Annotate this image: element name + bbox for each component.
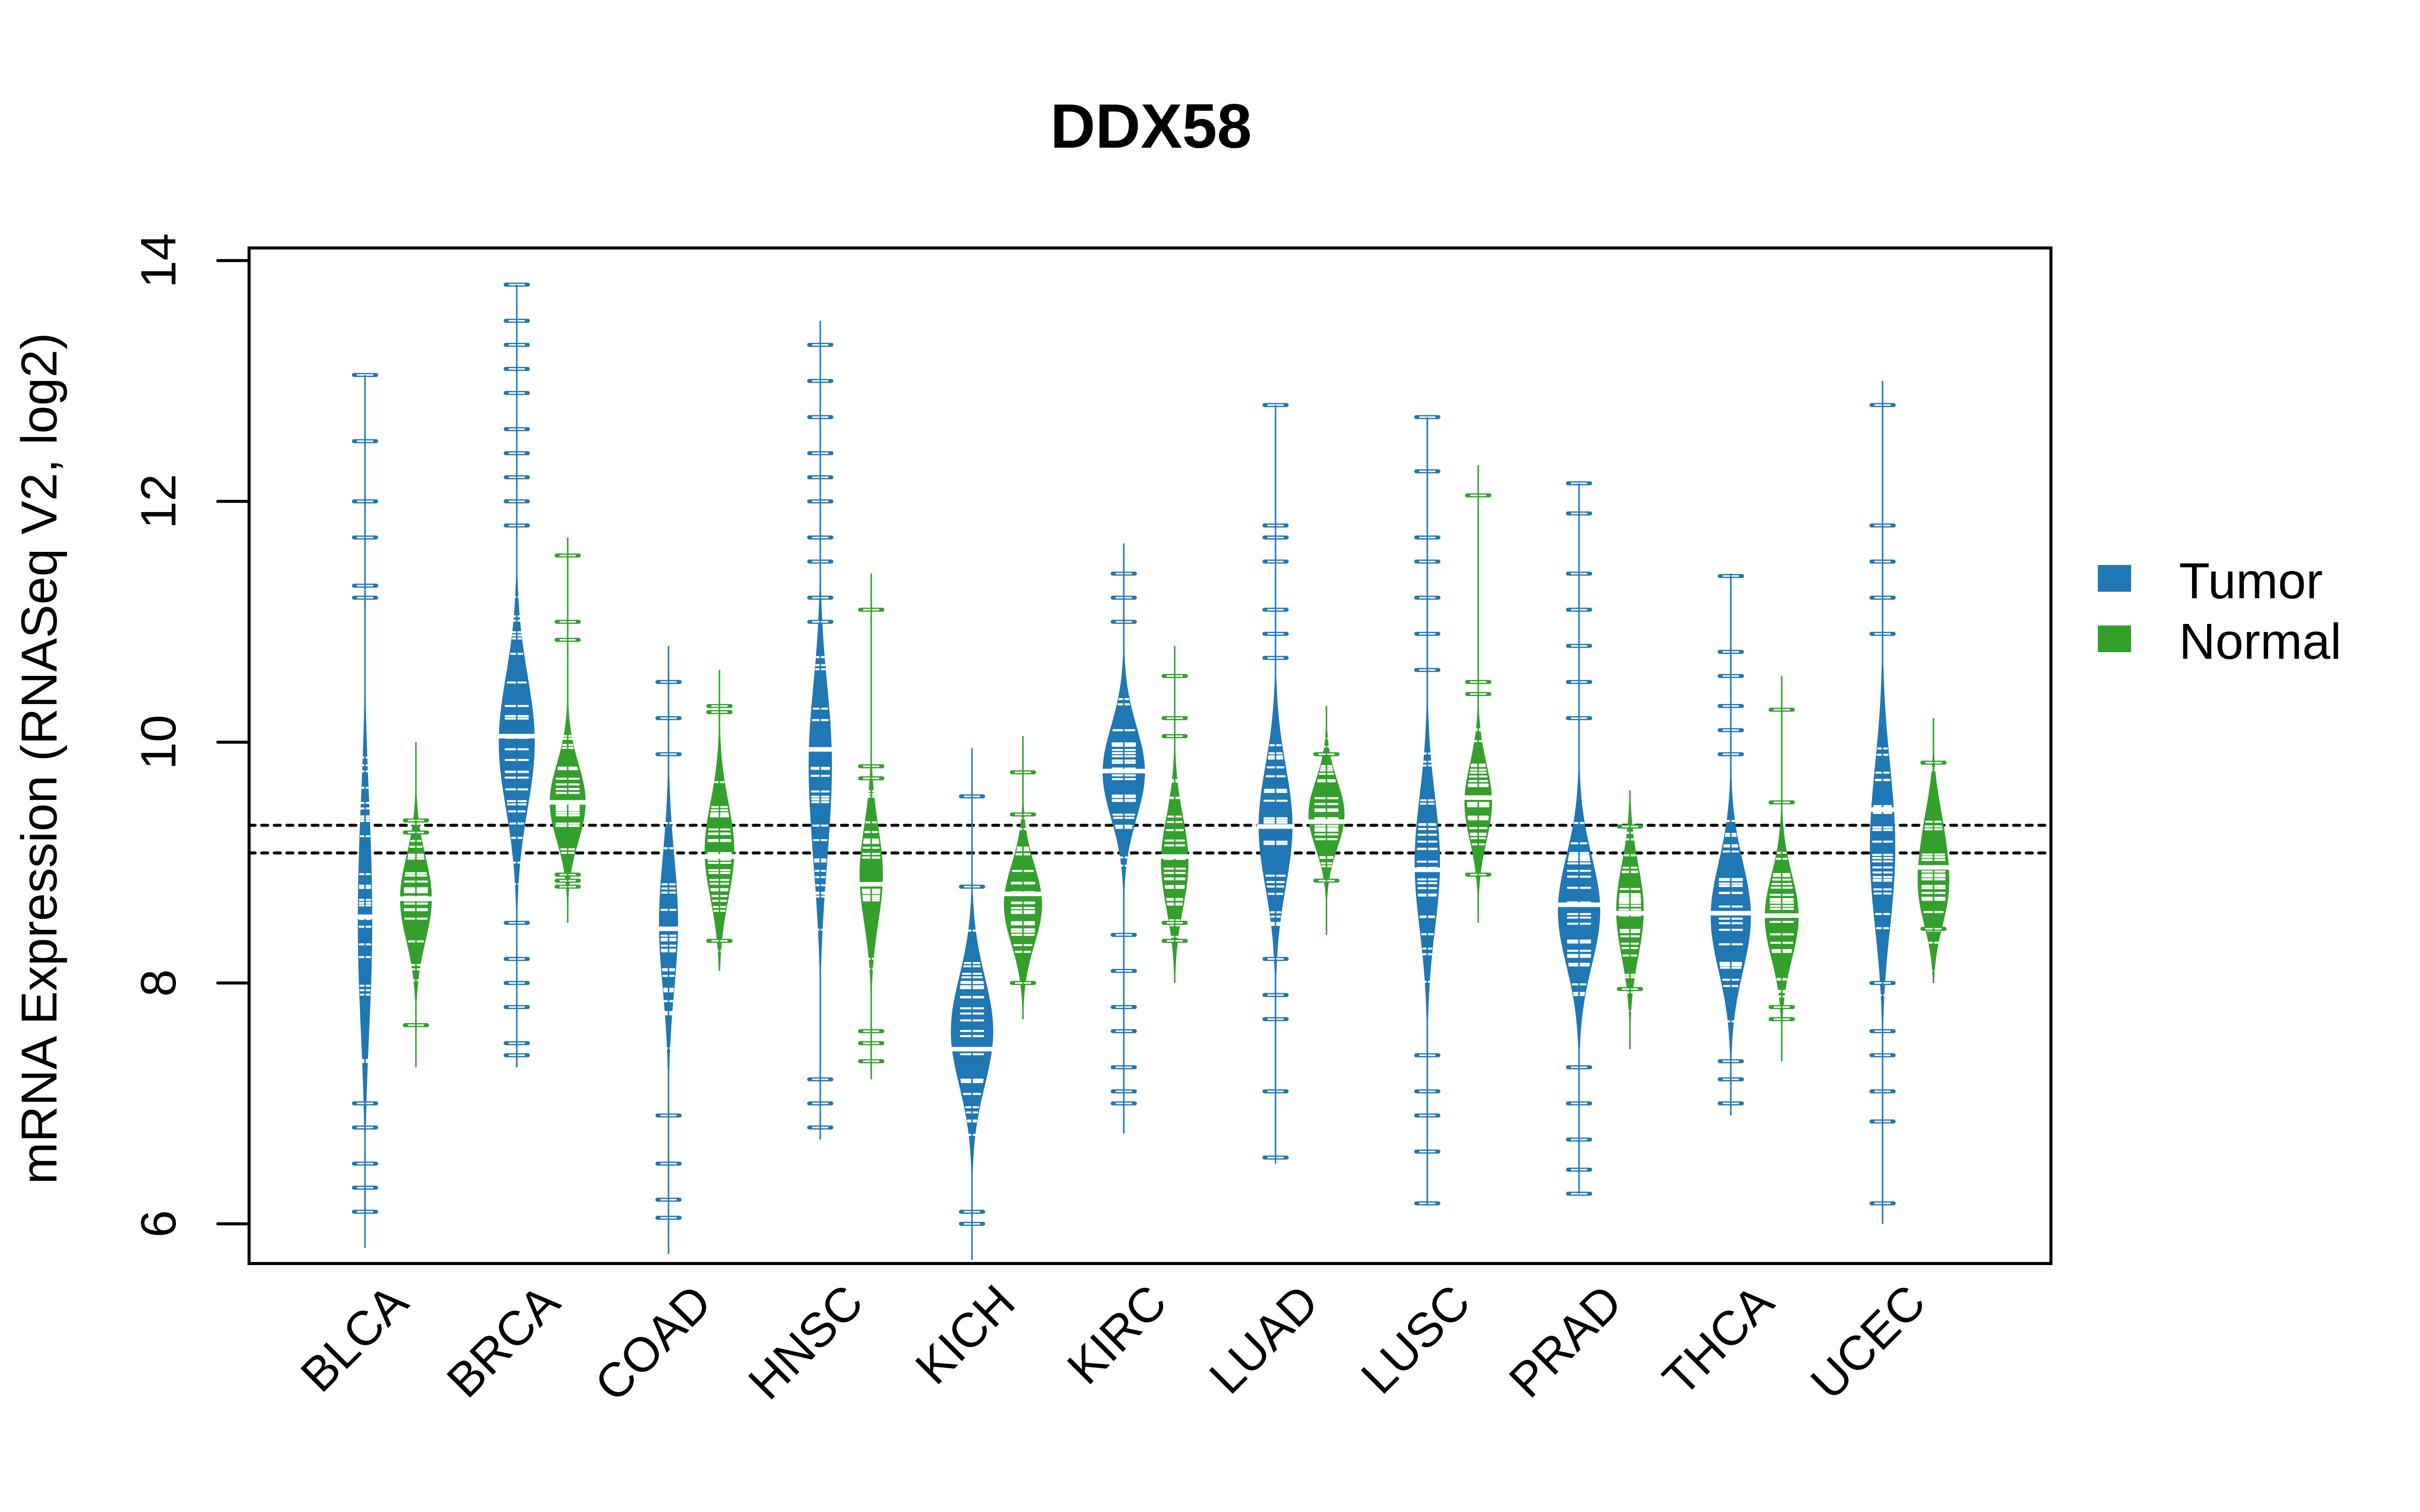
bean-normal-luad xyxy=(1306,706,1347,935)
legend: Tumor Normal xyxy=(2098,553,2341,670)
y-tick-label: 10 xyxy=(131,715,186,770)
bean-tumor-luad xyxy=(1256,403,1295,1164)
bean-normal-ucec xyxy=(1915,718,1952,983)
beans xyxy=(352,282,1952,1260)
x-tick-label-kirc: KIRC xyxy=(1057,1275,1177,1395)
x-tick-label-lusc: LUSC xyxy=(1351,1275,1481,1404)
x-tick-label-kich: KICH xyxy=(905,1275,1025,1395)
bean-normal-prad xyxy=(1614,790,1646,1049)
bean-tumor-thca xyxy=(1709,574,1753,1116)
legend-label-tumor: Tumor xyxy=(2179,553,2323,609)
bean-tumor-ucec xyxy=(1867,381,1898,1224)
bean-normal-thca xyxy=(1763,676,1801,1061)
x-tick-label-luad: LUAD xyxy=(1199,1275,1329,1404)
bean-tumor-hnsc xyxy=(806,321,834,1140)
legend-swatch-tumor xyxy=(2098,565,2131,592)
y-tick-label: 12 xyxy=(131,474,186,529)
x-tick-label-blca: BLCA xyxy=(290,1275,418,1402)
bean-tumor-prad xyxy=(1556,481,1602,1196)
y-tick-label: 8 xyxy=(131,969,186,997)
y-axis: 6 8 10 12 14 xyxy=(131,233,251,1238)
x-tick-label-ucec: UCEC xyxy=(1800,1275,1935,1410)
bean-normal-blca xyxy=(398,742,434,1067)
bean-plot: DDX58 6 8 10 12 14 mRNA Expression (RNASeq V… xyxy=(11,92,2341,1412)
y-tick-label: 14 xyxy=(131,233,186,288)
x-tick-label-coad: COAD xyxy=(585,1275,722,1412)
bean-tumor-lusc xyxy=(1412,415,1442,1206)
x-axis: BLCA BRCA COAD HNSC KICH KIRC LUAD LUSC PRAD THCA… xyxy=(290,1275,1935,1412)
bean-normal-coad xyxy=(702,670,737,971)
legend-swatch-normal xyxy=(2098,625,2131,652)
y-tick-label: 6 xyxy=(131,1210,186,1238)
chart-title: DDX58 xyxy=(1050,92,1252,161)
bean-normal-kich xyxy=(1002,736,1044,1020)
y-axis-label: mRNA Expression (RNASeq V2, log2) xyxy=(11,333,68,1184)
x-tick-label-hnsc: HNSC xyxy=(738,1275,873,1410)
bean-tumor-blca xyxy=(352,372,378,1248)
bean-tumor-coad xyxy=(655,646,682,1254)
bean-normal-kirc xyxy=(1159,646,1191,983)
bean-tumor-kirc xyxy=(1101,543,1147,1134)
bean-tumor-brca xyxy=(497,282,537,1067)
x-tick-label-brca: BRCA xyxy=(437,1275,570,1408)
bean-normal-brca xyxy=(548,537,588,923)
x-tick-label-thca: THCA xyxy=(1653,1275,1784,1406)
legend-label-normal: Normal xyxy=(2179,613,2341,670)
x-tick-label-prad: PRAD xyxy=(1499,1275,1632,1408)
